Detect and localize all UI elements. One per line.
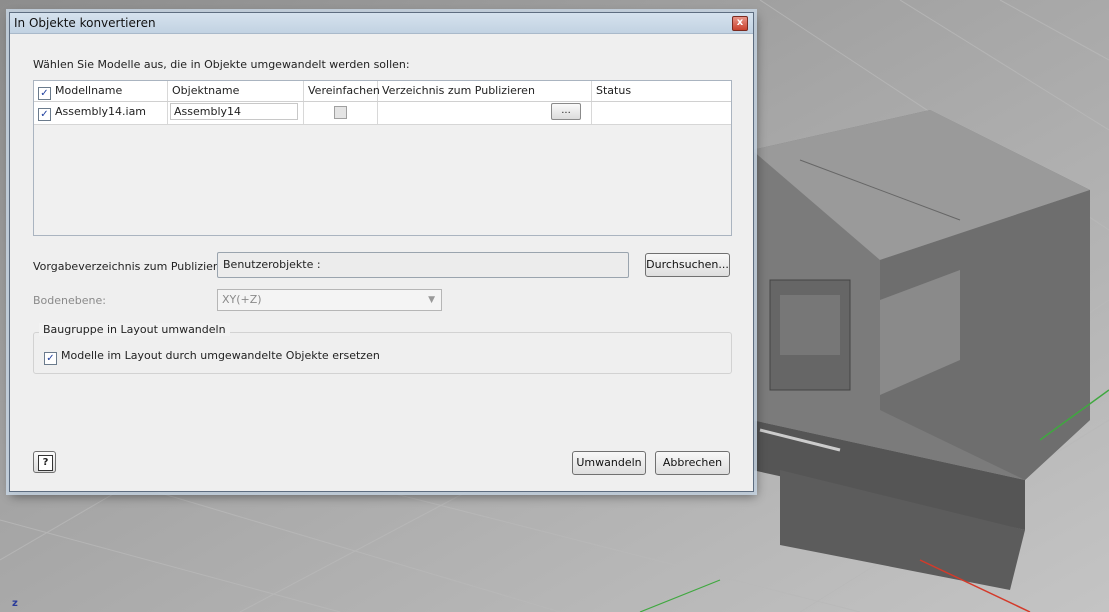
publish-dir-label: Vorgabeverzeichnis zum Publizieren:	[33, 260, 235, 273]
ground-plane-value: XY(+Z)	[222, 293, 262, 306]
column-header-publish-dir[interactable]: Verzeichnis zum Publizieren	[378, 81, 592, 101]
column-header-objectname[interactable]: Objektname	[168, 81, 304, 101]
model-name: Assembly14.iam	[55, 105, 147, 118]
column-header-status[interactable]: Status	[592, 81, 731, 101]
cancel-button[interactable]: Abbrechen	[655, 451, 730, 475]
table-header: ✓ Modellname Objektname Vereinfachen Verz…	[34, 81, 731, 102]
title-bar[interactable]: In Objekte konvertieren x	[10, 13, 753, 34]
models-table: ✓ Modellname Objektname Vereinfachen Verz…	[33, 80, 732, 236]
group-title: Baugruppe in Layout umwandeln	[39, 323, 230, 336]
ground-plane-dropdown[interactable]: XY(+Z) ▼	[217, 289, 442, 311]
close-button[interactable]: x	[732, 16, 748, 31]
instruction-text: Wählen Sie Modelle aus, die in Objekte u…	[33, 58, 410, 71]
browse-row-button[interactable]: ...	[551, 103, 581, 120]
ground-plane-label: Bodenebene:	[33, 294, 106, 307]
simplify-checkbox[interactable]	[334, 106, 347, 119]
convert-button[interactable]: Umwandeln	[572, 451, 646, 475]
cell-status	[592, 102, 731, 124]
replace-models-checkbox[interactable]: ✓	[44, 352, 57, 365]
cell-publish-dir: ...	[378, 102, 592, 124]
table-row[interactable]: ✓ Assembly14.iam Assembly14 ...	[34, 102, 731, 125]
column-header-simplify[interactable]: Vereinfachen	[304, 81, 380, 101]
cell-objectname: Assembly14	[168, 102, 304, 124]
publish-dir-field[interactable]: Benutzerobjekte :	[217, 252, 629, 278]
z-axis-label: z	[12, 598, 18, 609]
row-checkbox[interactable]: ✓	[38, 108, 51, 121]
replace-models-label: Modelle im Layout durch umgewandelte Obj…	[61, 349, 380, 362]
cell-simplify	[304, 102, 378, 124]
column-header-modelname[interactable]: ✓ Modellname	[34, 81, 168, 101]
dialog-title: In Objekte konvertieren	[14, 16, 156, 30]
browse-button[interactable]: Durchsuchen...	[645, 253, 730, 277]
cell-modelname: ✓ Assembly14.iam	[34, 102, 168, 124]
object-name-input[interactable]: Assembly14	[170, 103, 298, 120]
select-all-checkbox[interactable]: ✓	[38, 87, 51, 100]
help-button[interactable]: ?	[33, 451, 56, 473]
help-icon: ?	[38, 455, 53, 471]
replace-models-option[interactable]: ✓ Modelle im Layout durch umgewandelte Ob…	[44, 349, 380, 365]
chevron-down-icon: ▼	[428, 295, 435, 305]
